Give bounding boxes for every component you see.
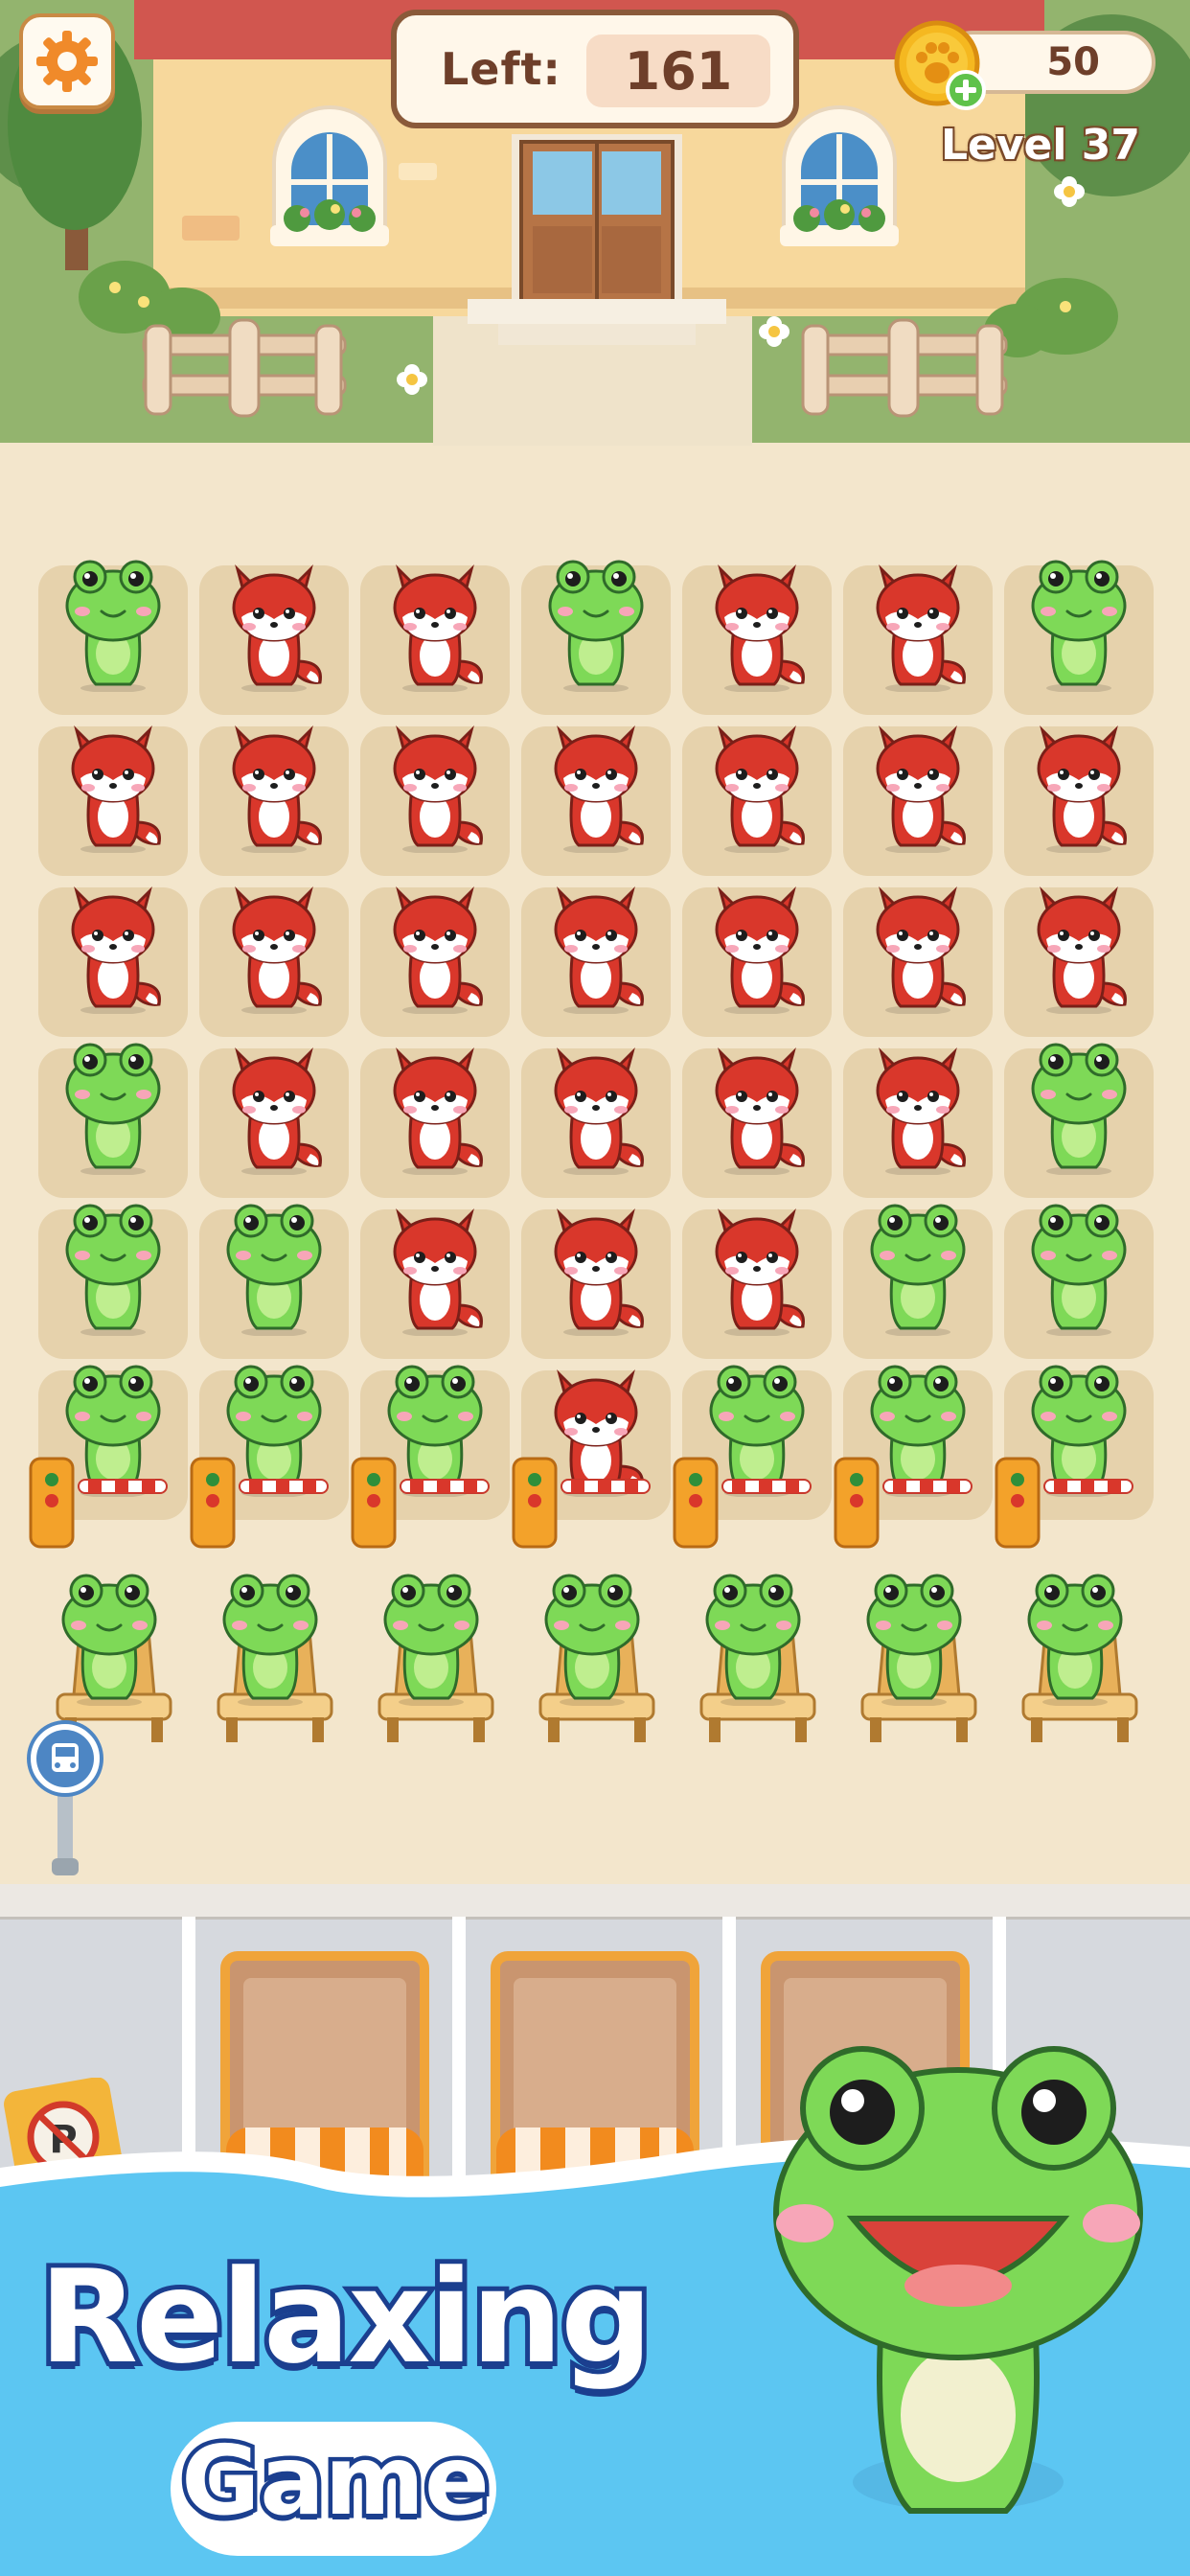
remaining-counter-panel: Left: 161 [391,10,799,128]
fox-character[interactable] [56,709,171,857]
frog-character [857,1562,972,1710]
settings-button[interactable] [19,13,115,109]
fox-character[interactable] [699,870,814,1018]
frog-character [696,1562,811,1710]
fox-character[interactable] [699,709,814,857]
gate-barrier [673,1455,816,1554]
fox-character[interactable] [860,709,975,857]
fox-character[interactable] [860,548,975,696]
fox-character[interactable] [699,1031,814,1179]
frog-character [213,1562,328,1710]
fox-character[interactable] [699,1192,814,1340]
frog-character[interactable] [1021,548,1136,696]
fox-character[interactable] [1021,870,1136,1018]
fox-character[interactable] [56,870,171,1018]
level-indicator: Level 37 [940,121,1140,170]
remaining-value: 161 [586,34,770,107]
frog-character[interactable] [538,548,653,696]
frog-character[interactable] [217,1192,332,1340]
fox-character[interactable] [1021,709,1136,857]
frog-character [1018,1562,1133,1710]
gate-barrier [29,1455,172,1554]
frog-character[interactable] [56,1192,171,1340]
frog-character[interactable] [860,1192,975,1340]
frog-character [374,1562,489,1710]
gate-barrier [351,1455,494,1554]
gate-barrier [995,1455,1138,1554]
fox-character[interactable] [378,1192,492,1340]
promo-subtitle: Game [177,2421,494,2542]
fox-character[interactable] [378,1031,492,1179]
fox-character[interactable] [699,548,814,696]
game-scene: Left: 161 50 Level 37 Relaxing Game [0,0,1190,2576]
fox-character[interactable] [217,1031,332,1179]
fox-character[interactable] [378,709,492,857]
frog-character[interactable] [56,1031,171,1179]
remaining-label: Left: [441,43,561,95]
fox-character[interactable] [378,548,492,696]
frog-mascot [773,2046,1143,2514]
add-coins-button[interactable] [945,69,987,111]
frog-character [535,1562,650,1710]
fox-character[interactable] [538,870,653,1018]
gate-barrier [834,1455,977,1554]
curb [0,1884,1190,1920]
fox-character[interactable] [217,709,332,857]
frog-character[interactable] [56,548,171,696]
frog-character [52,1562,167,1710]
bus-stop-icon [27,1720,103,1875]
fox-character[interactable] [538,1031,653,1179]
frog-character[interactable] [1021,1031,1136,1179]
fox-character[interactable] [860,1031,975,1179]
frog-character[interactable] [1021,1192,1136,1340]
fox-character[interactable] [217,870,332,1018]
fox-character[interactable] [538,1192,653,1340]
gate-barrier [190,1455,333,1554]
gate-barrier [512,1455,655,1554]
gear-icon [36,31,98,92]
fox-character[interactable] [860,870,975,1018]
promo-title: Relaxing [34,2238,657,2397]
fox-character[interactable] [217,548,332,696]
fox-character[interactable] [378,870,492,1018]
fox-character[interactable] [538,709,653,857]
